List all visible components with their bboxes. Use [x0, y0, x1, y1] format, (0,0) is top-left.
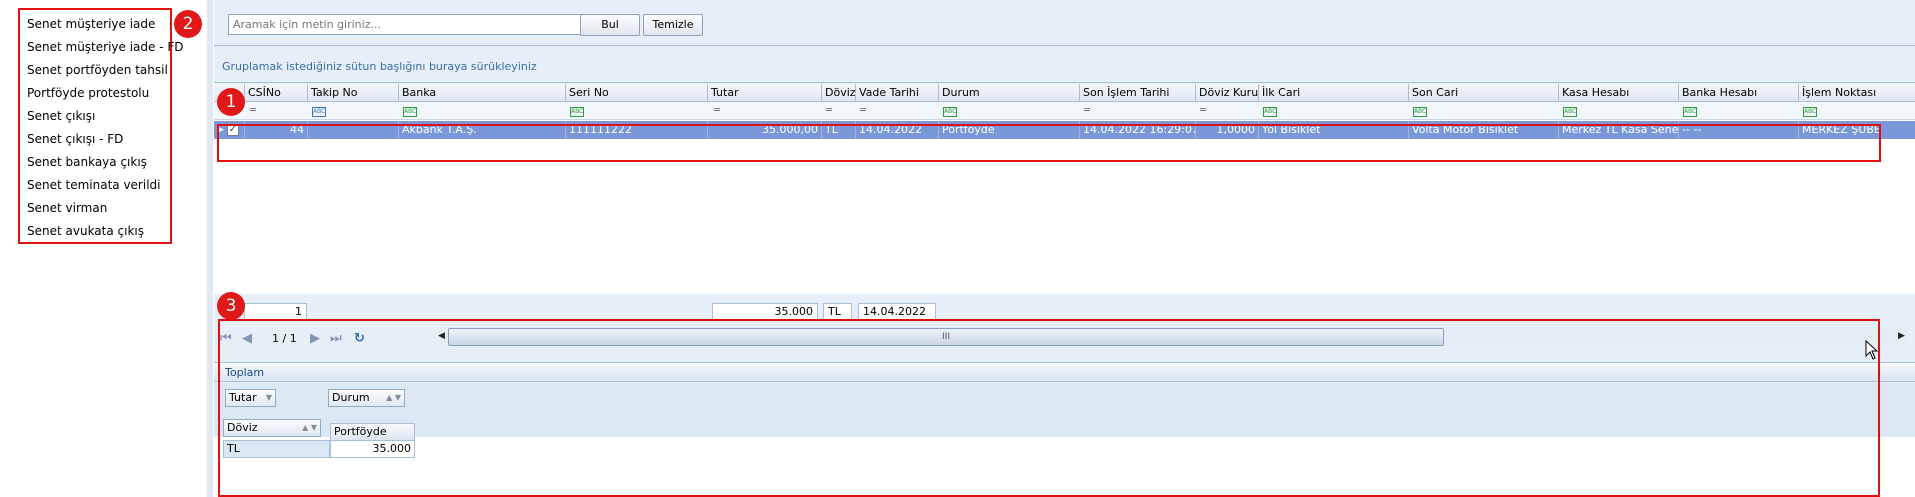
filter-equals-icon[interactable]: ═ — [1200, 105, 1206, 117]
splitter[interactable] — [207, 0, 213, 497]
column-header[interactable]: Seri No — [565, 84, 707, 102]
app-window: Senet müşteriye iade Senet müşteriye iad… — [0, 0, 1915, 497]
auto-filter-row[interactable]: ═ ABC ABC ABC ═ ═ ═ ABC ═ ═ ABC ABC ABC … — [214, 102, 1915, 120]
footer-currency: TL — [823, 303, 852, 320]
column-header[interactable]: Vade Tarihi — [855, 84, 938, 102]
find-button[interactable]: Bul — [580, 14, 640, 36]
mouse-cursor-icon — [1865, 340, 1879, 360]
search-input[interactable] — [228, 14, 589, 35]
action-menu: Senet müşteriye iade Senet müşteriye iad… — [18, 8, 184, 244]
filter-equals-icon[interactable]: ═ — [714, 105, 720, 117]
column-header[interactable]: İlk Cari — [1258, 84, 1408, 102]
clear-button[interactable]: Temizle — [643, 14, 703, 36]
group-by-panel[interactable]: Gruplamak istediğiniz sütun başlığını bu… — [214, 47, 1915, 83]
column-header[interactable]: Durum — [938, 84, 1079, 102]
footer-date: 14.04.2022 — [858, 303, 936, 320]
filter-text-icon[interactable]: ABC — [1803, 105, 1817, 117]
menu-item[interactable]: Senet teminata verildi — [20, 174, 170, 197]
filter-equals-icon[interactable]: ═ — [250, 105, 256, 117]
filter-text-icon[interactable]: ABC — [403, 105, 417, 117]
menu-item[interactable]: Senet çıkışı — [20, 105, 170, 128]
menu-item[interactable]: Senet portföyden tahsil — [20, 59, 170, 82]
filter-text-icon[interactable]: ABC — [1683, 105, 1697, 117]
menu-item[interactable]: Senet avukata çıkış — [20, 220, 170, 243]
menu-item[interactable]: Senet bankaya çıkış — [20, 151, 170, 174]
column-header[interactable]: Banka Hesabı — [1678, 84, 1798, 102]
annotation-badge-1: 1 — [217, 88, 245, 116]
main-area: Bul Temizle Gruplamak istediğiniz sütun … — [214, 0, 1915, 497]
data-grid: CSİNo Takip No Banka Seri No Tutar Döviz… — [214, 84, 1915, 294]
menu-item[interactable]: Senet müşteriye iade — [20, 13, 170, 36]
footer-sum: 35.000 — [712, 303, 818, 320]
scroll-right-icon[interactable]: ▶ — [1898, 331, 1905, 341]
column-header[interactable]: Döviz Kuru — [1195, 84, 1258, 102]
annotation-badge-3: 3 — [217, 292, 245, 320]
filter-text-icon[interactable]: ABC — [943, 105, 957, 117]
filter-text-icon[interactable]: ABC — [1563, 105, 1577, 117]
filter-text-icon[interactable]: ABC — [1263, 105, 1277, 117]
annotation-badge-2: 2 — [174, 10, 202, 38]
column-header[interactable]: Kasa Hesabı — [1558, 84, 1678, 102]
filter-text-icon[interactable]: ABC — [312, 105, 326, 117]
filter-equals-icon[interactable]: ═ — [860, 105, 866, 117]
filter-text-icon[interactable]: ABC — [570, 105, 584, 117]
filter-text-icon[interactable]: ABC — [1413, 105, 1427, 117]
menu-item[interactable]: Portföyde protestolu — [20, 82, 170, 105]
grid-header: CSİNo Takip No Banka Seri No Tutar Döviz… — [214, 84, 1915, 102]
menu-item[interactable]: Senet müşteriye iade - FD — [20, 36, 184, 59]
annotation-box-1 — [217, 124, 1881, 162]
column-header[interactable]: CSİNo — [244, 84, 307, 102]
footer-count: 1 — [244, 303, 307, 320]
filter-equals-icon[interactable]: ═ — [826, 105, 832, 117]
column-header[interactable]: Takip No — [307, 84, 398, 102]
annotation-box-3 — [218, 319, 1880, 497]
grid-footer: 1 35.000 TL 14.04.2022 — [214, 294, 1915, 320]
column-header[interactable]: Tutar — [707, 84, 821, 102]
menu-item[interactable]: Senet virman — [20, 197, 170, 220]
group-by-hint: Gruplamak istediğiniz sütun başlığını bu… — [222, 60, 537, 73]
menu-item[interactable]: Senet çıkışı - FD — [20, 128, 170, 151]
filter-equals-icon[interactable]: ═ — [1084, 105, 1090, 117]
column-header[interactable]: Döviz — [821, 84, 855, 102]
column-header[interactable]: Son İşlem Tarihi — [1079, 84, 1195, 102]
column-header[interactable]: Son Cari — [1408, 84, 1558, 102]
search-bar: Bul Temizle — [214, 0, 1915, 46]
column-header[interactable]: Banka — [398, 84, 565, 102]
left-panel: Senet müşteriye iade Senet müşteriye iad… — [0, 0, 208, 497]
column-header[interactable]: İşlem Noktası — [1798, 84, 1915, 102]
